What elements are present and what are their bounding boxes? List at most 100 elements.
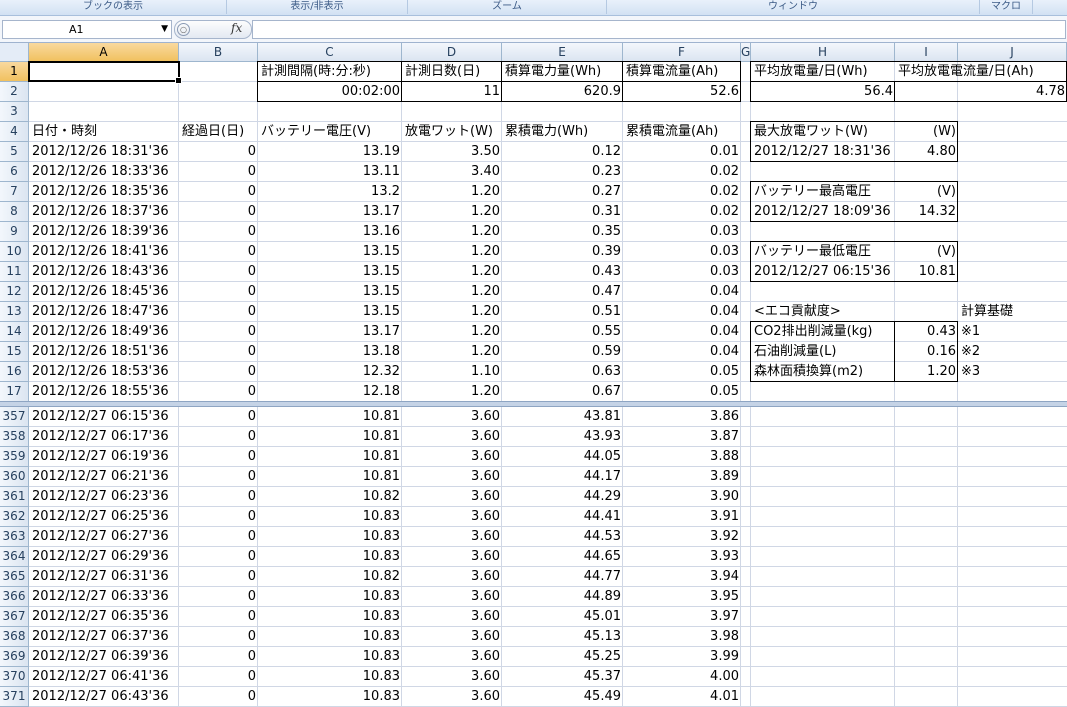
data-cell[interactable]: 3.60 <box>402 467 502 487</box>
data-cell[interactable]: 0.39 <box>502 242 623 262</box>
name-box[interactable]: A1 ▼ <box>2 20 172 39</box>
resize-handle-icon[interactable]: ○ <box>177 23 190 36</box>
data-cell[interactable]: 3.98 <box>623 627 741 647</box>
data-cell[interactable]: 0.03 <box>623 222 741 242</box>
data-cell[interactable]: 3.93 <box>623 547 741 567</box>
row-header[interactable]: 366 <box>0 587 29 607</box>
row-header[interactable]: 357 <box>0 407 29 427</box>
data-cell[interactable]: 2012/12/26 18:53'36 <box>29 362 179 382</box>
data-cell[interactable]: 0 <box>179 382 258 402</box>
data-cell[interactable]: 1.20 <box>402 222 502 242</box>
data-cell[interactable]: 1.20 <box>402 342 502 362</box>
data-cell[interactable]: 0.12 <box>502 142 623 162</box>
data-cell[interactable]: 0.04 <box>623 322 741 342</box>
data-cell[interactable]: 0 <box>179 447 258 467</box>
data-cell[interactable]: 0.03 <box>623 262 741 282</box>
data-cell[interactable]: 2012/12/27 06:35'36 <box>29 607 179 627</box>
data-cell[interactable]: 44.77 <box>502 567 623 587</box>
data-cell[interactable]: 0.51 <box>502 302 623 322</box>
data-cell[interactable]: 10.83 <box>258 547 402 567</box>
data-cell[interactable]: 3.94 <box>623 567 741 587</box>
data-cell[interactable]: 0.35 <box>502 222 623 242</box>
data-cell[interactable]: 10.81 <box>258 427 402 447</box>
row-header[interactable]: 358 <box>0 427 29 447</box>
data-cell[interactable]: 0 <box>179 182 258 202</box>
data-cell[interactable]: 1.20 <box>402 262 502 282</box>
data-cell[interactable]: 0.04 <box>623 282 741 302</box>
data-cell[interactable]: 0 <box>179 282 258 302</box>
row-header[interactable]: 370 <box>0 667 29 687</box>
row-header[interactable]: 371 <box>0 687 29 707</box>
select-all-button[interactable] <box>0 43 29 62</box>
data-cell[interactable]: 10.83 <box>258 527 402 547</box>
data-cell[interactable]: 3.89 <box>623 467 741 487</box>
data-cell[interactable]: 0 <box>179 262 258 282</box>
data-cell[interactable]: 1.20 <box>402 382 502 402</box>
data-cell[interactable]: 43.93 <box>502 427 623 447</box>
eco-item-note[interactable]: ※3 <box>958 362 1067 382</box>
column-header-f[interactable]: F <box>623 43 741 62</box>
data-cell[interactable]: 44.05 <box>502 447 623 467</box>
data-cell[interactable]: 0 <box>179 467 258 487</box>
data-cell[interactable]: 0 <box>179 587 258 607</box>
data-cell[interactable]: 44.29 <box>502 487 623 507</box>
row-header[interactable]: 367 <box>0 607 29 627</box>
split-bar[interactable] <box>0 401 1067 407</box>
data-cell[interactable]: 2012/12/27 06:33'36 <box>29 587 179 607</box>
row-header[interactable]: 363 <box>0 527 29 547</box>
data-cell[interactable]: 2012/12/27 06:17'36 <box>29 427 179 447</box>
data-cell[interactable]: 10.82 <box>258 487 402 507</box>
interval-value[interactable]: 00:02:00 <box>258 82 402 102</box>
data-cell[interactable]: 3.60 <box>402 427 502 447</box>
data-cell[interactable]: 13.15 <box>258 242 402 262</box>
data-cell[interactable]: 3.97 <box>623 607 741 627</box>
data-cell[interactable]: 2012/12/27 06:43'36 <box>29 687 179 707</box>
row-header[interactable]: 15 <box>0 342 29 362</box>
eco-item-label[interactable]: 石油削減量(L) <box>751 342 895 362</box>
data-cell[interactable]: 3.99 <box>623 647 741 667</box>
row-header[interactable]: 365 <box>0 567 29 587</box>
row-header[interactable]: 6 <box>0 162 29 182</box>
row-header[interactable]: 1 <box>0 62 29 82</box>
worksheet-grid[interactable]: 計測間隔(時:分:秒) 計測日数(日) 積算電力量(Wh) 積算電流量(Ah) 平均放電… <box>28 61 1067 707</box>
min-volt-value[interactable]: 10.81 <box>895 262 958 282</box>
data-cell[interactable]: 0 <box>179 627 258 647</box>
data-cell[interactable]: 44.53 <box>502 527 623 547</box>
data-cell[interactable]: 3.60 <box>402 587 502 607</box>
min-volt-time[interactable]: 2012/12/27 06:15'36 <box>751 262 895 282</box>
column-title-cum-energy[interactable]: 累積電力(Wh) <box>502 122 623 142</box>
row-header[interactable]: 362 <box>0 507 29 527</box>
data-cell[interactable]: 2012/12/27 06:27'36 <box>29 527 179 547</box>
data-cell[interactable]: 10.83 <box>258 507 402 527</box>
data-cell[interactable]: 13.11 <box>258 162 402 182</box>
row-header[interactable]: 14 <box>0 322 29 342</box>
data-cell[interactable]: 10.83 <box>258 667 402 687</box>
eco-item-value[interactable]: 0.16 <box>895 342 958 362</box>
data-cell[interactable]: 0.05 <box>623 362 741 382</box>
eco-item-value[interactable]: 1.20 <box>895 362 958 382</box>
row-header[interactable]: 16 <box>0 362 29 382</box>
row-header[interactable]: 13 <box>0 302 29 322</box>
data-cell[interactable]: 2012/12/27 06:25'36 <box>29 507 179 527</box>
data-cell[interactable]: 1.20 <box>402 282 502 302</box>
ribbon-group-window[interactable]: ウィンドウ <box>607 0 980 14</box>
data-cell[interactable]: 4.01 <box>623 687 741 707</box>
column-title-cum-current[interactable]: 累積電流量(Ah) <box>623 122 741 142</box>
data-cell[interactable]: 2012/12/27 06:37'36 <box>29 627 179 647</box>
data-cell[interactable]: 2012/12/27 06:15'36 <box>29 407 179 427</box>
data-cell[interactable]: 0 <box>179 527 258 547</box>
column-header-a[interactable]: A <box>29 43 179 62</box>
current-label[interactable]: 積算電流量(Ah) <box>623 62 741 82</box>
row-header[interactable]: 359 <box>0 447 29 467</box>
data-cell[interactable]: 12.18 <box>258 382 402 402</box>
data-cell[interactable]: 1.20 <box>402 182 502 202</box>
row-header[interactable]: 364 <box>0 547 29 567</box>
column-title-datetime[interactable]: 日付・時刻 <box>29 122 179 142</box>
data-cell[interactable]: 2012/12/27 06:19'36 <box>29 447 179 467</box>
ribbon-group-zoom[interactable]: ズーム <box>408 0 607 14</box>
data-cell[interactable]: 0 <box>179 607 258 627</box>
data-cell[interactable]: 0.27 <box>502 182 623 202</box>
data-cell[interactable]: 2012/12/26 18:39'36 <box>29 222 179 242</box>
data-cell[interactable]: 0.03 <box>623 242 741 262</box>
data-cell[interactable]: 2012/12/26 18:43'36 <box>29 262 179 282</box>
